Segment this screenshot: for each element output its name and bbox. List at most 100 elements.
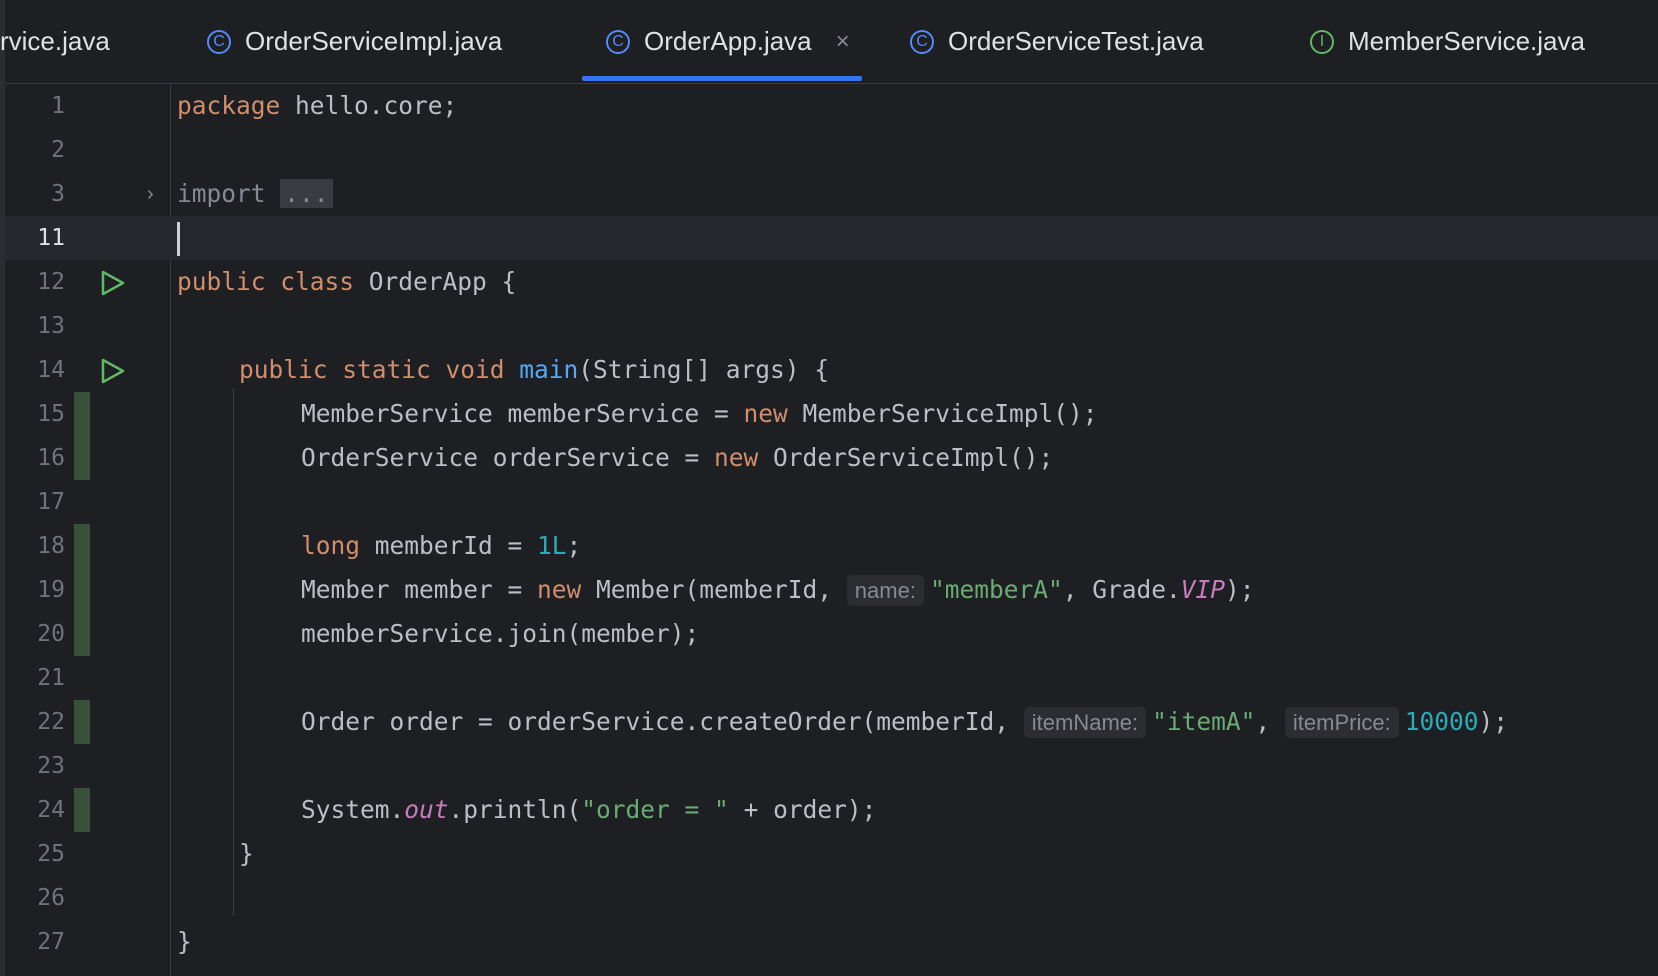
change-marker[interactable]: [74, 524, 90, 568]
line-number: 15: [37, 401, 65, 427]
line-number: 14: [37, 357, 65, 383]
parameter-hint: itemName:: [1023, 707, 1147, 738]
class-icon: C: [207, 29, 231, 54]
code-line[interactable]: 21: [5, 656, 1658, 700]
code-line[interactable]: 20 memberService.join(member);: [5, 612, 1658, 656]
code-line[interactable]: 13: [5, 304, 1658, 348]
keyword: long: [301, 531, 361, 560]
code-line[interactable]: 24 System.out.println("order = " + order…: [5, 788, 1658, 832]
tab-orderservicetest-java[interactable]: C OrderServiceTest.java: [910, 0, 1204, 83]
code-line[interactable]: 15 MemberService memberService = new Mem…: [5, 392, 1658, 436]
line-number: 18: [37, 533, 65, 559]
code-text: hello.core;: [280, 91, 458, 120]
fold-expand-icon[interactable]: ›: [147, 172, 154, 216]
code-line[interactable]: 3 › import ...: [5, 172, 1658, 216]
line-number: 16: [37, 445, 65, 471]
code-line[interactable]: 19 Member member = new Member(memberId, …: [5, 568, 1658, 612]
line-number: 25: [37, 841, 65, 867]
code-line[interactable]: 25 }: [5, 832, 1658, 876]
code-text: OrderServiceImpl();: [758, 443, 1054, 472]
keyword: import: [177, 179, 266, 208]
code-line[interactable]: 2: [5, 128, 1658, 172]
code-line[interactable]: 1 package hello.core;: [5, 84, 1658, 128]
code-text: .println(: [448, 795, 582, 824]
number-literal: 10000: [1404, 707, 1479, 736]
interface-icon: I: [1310, 29, 1334, 54]
tab-rvice-java[interactable]: rvice.java: [0, 0, 110, 83]
line-number: 3: [51, 181, 65, 207]
code-text: Order order = orderService.createOrder(m…: [301, 707, 1024, 736]
code-text: + order);: [728, 795, 877, 824]
static-field: VIP: [1180, 575, 1225, 604]
code-editor[interactable]: 1 package hello.core; 2 3 › import ... 1…: [5, 84, 1658, 976]
change-marker[interactable]: [74, 612, 90, 656]
code-text: MemberService memberService =: [301, 399, 744, 428]
keyword: package: [177, 91, 281, 120]
line-number: 2: [51, 137, 65, 163]
run-icon[interactable]: [100, 358, 126, 384]
line-number: 11: [37, 225, 65, 251]
code-text: );: [1225, 575, 1255, 604]
line-number: 22: [37, 709, 65, 735]
code-line[interactable]: 18 long memberId = 1L;: [5, 524, 1658, 568]
string-literal: "order = ": [581, 795, 729, 824]
tab-label: MemberService.java: [1348, 26, 1585, 56]
code-text: , Grade.: [1062, 575, 1181, 604]
change-marker[interactable]: [74, 700, 90, 744]
change-marker[interactable]: [74, 392, 90, 436]
method-name: main: [519, 355, 579, 384]
line-number: 27: [37, 929, 65, 955]
code-text: OrderApp {: [354, 267, 517, 296]
line-number: 13: [37, 313, 65, 339]
tab-orderapp-java[interactable]: C OrderApp.java ×: [582, 0, 862, 83]
parameter-hint: name:: [846, 575, 924, 606]
code-line[interactable]: 14 public static void main(String[] args…: [5, 348, 1658, 392]
tab-label: OrderServiceImpl.java: [245, 26, 503, 56]
tab-memberservice-java[interactable]: I MemberService.java: [1310, 0, 1585, 83]
line-number: 1: [51, 93, 65, 119]
code-text: MemberServiceImpl();: [787, 399, 1098, 428]
code-text: ;: [566, 531, 582, 560]
code-line[interactable]: 26: [5, 876, 1658, 920]
code-line[interactable]: 22 Order order = orderService.createOrde…: [5, 700, 1658, 744]
line-number: 23: [37, 753, 65, 779]
code-text: System.: [301, 795, 405, 824]
code-line[interactable]: 12 public class OrderApp {: [5, 260, 1658, 304]
close-icon[interactable]: ×: [836, 28, 850, 56]
line-number: 24: [37, 797, 65, 823]
code-text: Member(memberId,: [581, 575, 847, 604]
class-icon: C: [910, 29, 934, 54]
folded-imports[interactable]: ...: [280, 179, 333, 208]
number-literal: 1L: [537, 531, 567, 560]
code-line-current[interactable]: 11: [5, 216, 1658, 260]
code-line[interactable]: 17: [5, 480, 1658, 524]
keyword: public class: [177, 267, 355, 296]
keyword: new: [714, 443, 759, 472]
tab-label: OrderServiceTest.java: [948, 26, 1204, 56]
line-number: 20: [37, 621, 65, 647]
code-text: OrderService orderService =: [301, 443, 715, 472]
run-icon[interactable]: [100, 270, 126, 296]
code-line[interactable]: 27 }: [5, 920, 1658, 964]
string-literal: "itemA": [1152, 707, 1256, 736]
change-marker[interactable]: [74, 568, 90, 612]
change-marker[interactable]: [74, 788, 90, 832]
code-text: );: [1478, 707, 1508, 736]
code-text: ,: [1255, 707, 1285, 736]
line-number: 21: [37, 665, 65, 691]
keyword: new: [743, 399, 788, 428]
keyword: new: [537, 575, 582, 604]
tab-orderserviceimpl-java[interactable]: C OrderServiceImpl.java: [207, 0, 502, 83]
editor-tab-bar: rvice.java C OrderServiceImpl.java C Ord…: [0, 0, 1658, 84]
code-text: Member member =: [301, 575, 538, 604]
active-tab-indicator: [582, 76, 862, 81]
keyword: public static void: [239, 355, 505, 384]
code-line[interactable]: 23: [5, 744, 1658, 788]
line-number: 17: [37, 489, 65, 515]
code-line[interactable]: 16 OrderService orderService = new Order…: [5, 436, 1658, 480]
change-marker[interactable]: [74, 436, 90, 480]
string-literal: "memberA": [929, 575, 1063, 604]
line-number: 12: [37, 269, 65, 295]
line-number: 19: [37, 577, 65, 603]
line-number: 26: [37, 885, 65, 911]
